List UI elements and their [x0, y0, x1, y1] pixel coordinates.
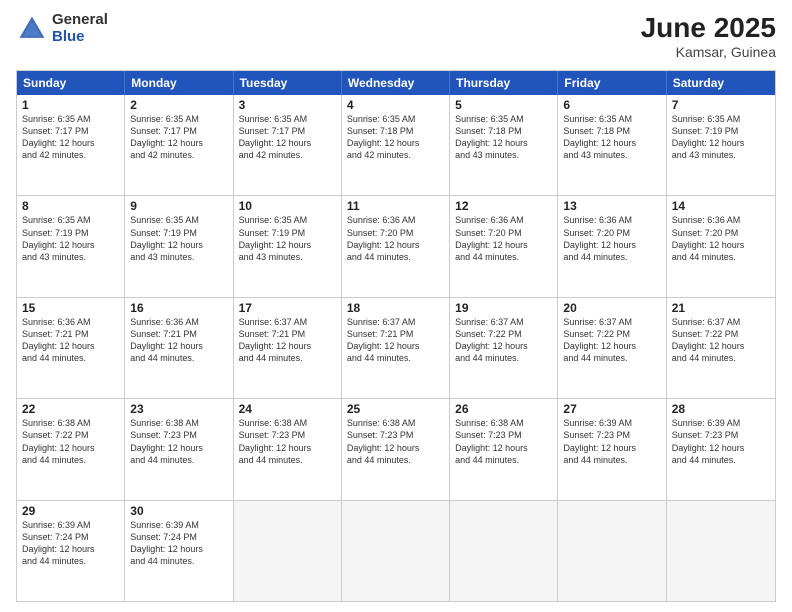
- day-3: 3 Sunrise: 6:35 AMSunset: 7:17 PMDayligh…: [234, 95, 342, 195]
- day-empty-3: [450, 501, 558, 601]
- day-6: 6 Sunrise: 6:35 AMSunset: 7:18 PMDayligh…: [558, 95, 666, 195]
- header-sunday: Sunday: [17, 71, 125, 95]
- week-row-3: 15 Sunrise: 6:36 AMSunset: 7:21 PMDaylig…: [17, 297, 775, 398]
- day-28: 28 Sunrise: 6:39 AMSunset: 7:23 PMDaylig…: [667, 399, 775, 499]
- day-21: 21 Sunrise: 6:37 AMSunset: 7:22 PMDaylig…: [667, 298, 775, 398]
- day-27: 27 Sunrise: 6:39 AMSunset: 7:23 PMDaylig…: [558, 399, 666, 499]
- week-row-1: 1 Sunrise: 6:35 AMSunset: 7:17 PMDayligh…: [17, 95, 775, 195]
- day-empty-2: [342, 501, 450, 601]
- day-22: 22 Sunrise: 6:38 AMSunset: 7:22 PMDaylig…: [17, 399, 125, 499]
- day-empty-4: [558, 501, 666, 601]
- day-9: 9 Sunrise: 6:35 AMSunset: 7:19 PMDayligh…: [125, 196, 233, 296]
- title-location: Kamsar, Guinea: [641, 44, 776, 60]
- day-24: 24 Sunrise: 6:38 AMSunset: 7:23 PMDaylig…: [234, 399, 342, 499]
- header-wednesday: Wednesday: [342, 71, 450, 95]
- calendar: Sunday Monday Tuesday Wednesday Thursday…: [16, 70, 776, 602]
- day-15: 15 Sunrise: 6:36 AMSunset: 7:21 PMDaylig…: [17, 298, 125, 398]
- calendar-body: 1 Sunrise: 6:35 AMSunset: 7:17 PMDayligh…: [17, 95, 775, 601]
- title-block: June 2025 Kamsar, Guinea: [641, 12, 776, 60]
- week-row-5: 29 Sunrise: 6:39 AMSunset: 7:24 PMDaylig…: [17, 500, 775, 601]
- logo-icon: [16, 13, 48, 45]
- day-8: 8 Sunrise: 6:35 AMSunset: 7:19 PMDayligh…: [17, 196, 125, 296]
- logo: General Blue: [16, 12, 108, 45]
- page: General Blue June 2025 Kamsar, Guinea Su…: [0, 0, 792, 612]
- day-16: 16 Sunrise: 6:36 AMSunset: 7:21 PMDaylig…: [125, 298, 233, 398]
- day-20: 20 Sunrise: 6:37 AMSunset: 7:22 PMDaylig…: [558, 298, 666, 398]
- calendar-header: Sunday Monday Tuesday Wednesday Thursday…: [17, 71, 775, 95]
- day-10: 10 Sunrise: 6:35 AMSunset: 7:19 PMDaylig…: [234, 196, 342, 296]
- day-17: 17 Sunrise: 6:37 AMSunset: 7:21 PMDaylig…: [234, 298, 342, 398]
- header-tuesday: Tuesday: [234, 71, 342, 95]
- header: General Blue June 2025 Kamsar, Guinea: [16, 12, 776, 60]
- day-30: 30 Sunrise: 6:39 AMSunset: 7:24 PMDaylig…: [125, 501, 233, 601]
- title-month: June 2025: [641, 12, 776, 44]
- day-25: 25 Sunrise: 6:38 AMSunset: 7:23 PMDaylig…: [342, 399, 450, 499]
- day-11: 11 Sunrise: 6:36 AMSunset: 7:20 PMDaylig…: [342, 196, 450, 296]
- header-monday: Monday: [125, 71, 233, 95]
- day-19: 19 Sunrise: 6:37 AMSunset: 7:22 PMDaylig…: [450, 298, 558, 398]
- day-14: 14 Sunrise: 6:36 AMSunset: 7:20 PMDaylig…: [667, 196, 775, 296]
- day-26: 26 Sunrise: 6:38 AMSunset: 7:23 PMDaylig…: [450, 399, 558, 499]
- day-4: 4 Sunrise: 6:35 AMSunset: 7:18 PMDayligh…: [342, 95, 450, 195]
- day-1: 1 Sunrise: 6:35 AMSunset: 7:17 PMDayligh…: [17, 95, 125, 195]
- week-row-4: 22 Sunrise: 6:38 AMSunset: 7:22 PMDaylig…: [17, 398, 775, 499]
- day-2: 2 Sunrise: 6:35 AMSunset: 7:17 PMDayligh…: [125, 95, 233, 195]
- day-18: 18 Sunrise: 6:37 AMSunset: 7:21 PMDaylig…: [342, 298, 450, 398]
- logo-general: General: [52, 12, 108, 29]
- day-13: 13 Sunrise: 6:36 AMSunset: 7:20 PMDaylig…: [558, 196, 666, 296]
- header-friday: Friday: [558, 71, 666, 95]
- day-23: 23 Sunrise: 6:38 AMSunset: 7:23 PMDaylig…: [125, 399, 233, 499]
- day-29: 29 Sunrise: 6:39 AMSunset: 7:24 PMDaylig…: [17, 501, 125, 601]
- day-7: 7 Sunrise: 6:35 AMSunset: 7:19 PMDayligh…: [667, 95, 775, 195]
- day-5: 5 Sunrise: 6:35 AMSunset: 7:18 PMDayligh…: [450, 95, 558, 195]
- header-thursday: Thursday: [450, 71, 558, 95]
- logo-text: General Blue: [52, 12, 108, 45]
- header-saturday: Saturday: [667, 71, 775, 95]
- day-empty-1: [234, 501, 342, 601]
- day-12: 12 Sunrise: 6:36 AMSunset: 7:20 PMDaylig…: [450, 196, 558, 296]
- week-row-2: 8 Sunrise: 6:35 AMSunset: 7:19 PMDayligh…: [17, 195, 775, 296]
- logo-blue: Blue: [52, 29, 108, 46]
- day-empty-5: [667, 501, 775, 601]
